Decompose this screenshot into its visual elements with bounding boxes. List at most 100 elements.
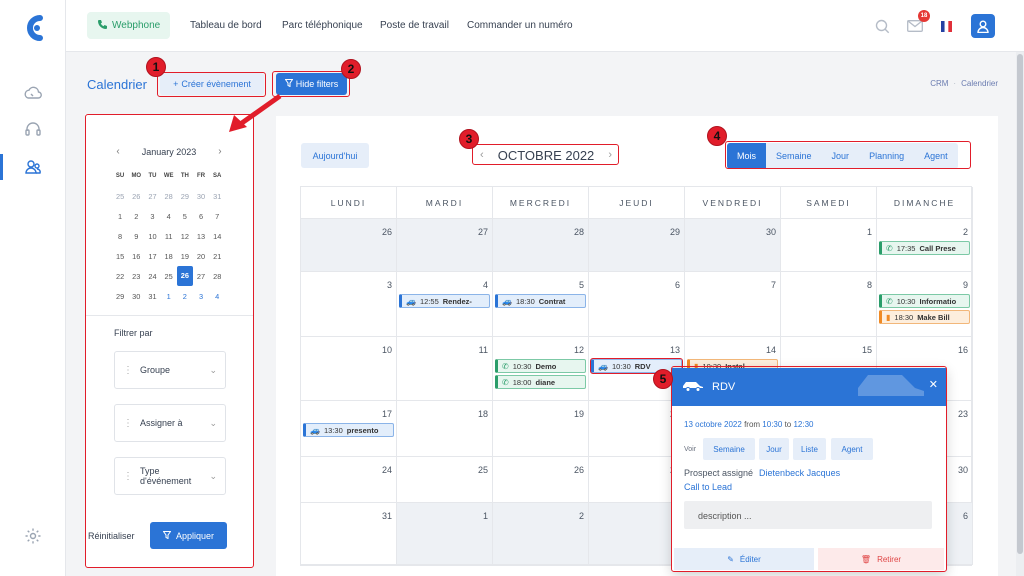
calendar-day-cell[interactable]: 8 [781, 272, 877, 337]
calendar-event[interactable]: 🚙 12:55 Rendez- [399, 294, 490, 308]
calendar-event[interactable]: ✆ 17:35 Call Prese [879, 241, 970, 255]
mini-day[interactable]: 8 [112, 232, 128, 241]
mini-day[interactable]: 31 [144, 292, 160, 301]
mini-day[interactable]: 4 [161, 212, 177, 221]
view-tab-semaine[interactable]: Semaine [766, 143, 822, 169]
headset-icon[interactable] [21, 118, 45, 142]
calendar-day-cell[interactable]: 7 [685, 272, 781, 337]
mini-day[interactable]: 5 [177, 212, 193, 221]
mini-day[interactable]: 30 [193, 192, 209, 201]
app-logo[interactable] [22, 14, 46, 42]
delete-event-button[interactable]: 🗑 Retirer [818, 548, 944, 570]
group-select[interactable]: ⋮ Groupe ⌄ [114, 351, 226, 389]
calendar-day-cell[interactable]: 13 🚙 10:30 RDV [589, 337, 685, 401]
description-field[interactable]: description ... [684, 501, 932, 529]
calendar-day-cell[interactable]: 3 [589, 503, 685, 565]
calendar-event[interactable]: ✆ 18:00 diane [495, 375, 586, 389]
calendar-event[interactable]: 🚙 18:30 Contrat [495, 294, 586, 308]
calendar-day-cell[interactable]: 26 [493, 457, 589, 503]
calendar-event[interactable]: ✆ 10:30 Demo [495, 359, 586, 373]
french-flag-icon[interactable] [939, 14, 953, 38]
view-tab-agent[interactable]: Agent [914, 143, 958, 169]
calendar-day-cell[interactable]: 30 [685, 219, 781, 272]
mini-day[interactable]: 1 [161, 292, 177, 301]
mini-day[interactable]: 14 [209, 232, 225, 241]
mini-day[interactable]: 28 [161, 192, 177, 201]
calendar-day-cell[interactable]: 24 [301, 457, 397, 503]
calendar-day-cell[interactable]: 17 🚙 13:30 presento [301, 401, 397, 457]
mini-day[interactable]: 21 [209, 252, 225, 261]
contacts-icon[interactable] [21, 155, 45, 179]
hide-filters-button[interactable]: Hide filters [276, 73, 347, 95]
edit-event-button[interactable]: ✎ Éditer [674, 548, 814, 570]
calendar-event[interactable]: ▮ 18:30 Make Bill [879, 310, 970, 324]
mini-day[interactable]: 20 [193, 252, 209, 261]
today-button[interactable]: Aujourd'hui [301, 143, 369, 168]
mini-day[interactable]: 31 [209, 192, 225, 201]
mini-day[interactable]: 17 [144, 252, 160, 261]
mini-day[interactable]: 27 [144, 192, 160, 201]
webphone-button[interactable]: Webphone [87, 12, 171, 39]
mini-day[interactable]: 16 [128, 252, 144, 261]
view-tab-planning[interactable]: Planning [859, 143, 914, 169]
popup-view-day-button[interactable]: Jour [759, 438, 789, 460]
prospect-name-link[interactable]: Dietenbeck Jacques [759, 468, 840, 478]
mini-day[interactable]: 3 [144, 212, 160, 221]
mini-day[interactable]: 25 [161, 272, 177, 281]
close-icon[interactable]: ✕ [929, 378, 938, 391]
mini-next-month-icon[interactable]: › [218, 146, 221, 157]
calendar-day-cell[interactable]: 6 [589, 272, 685, 337]
mini-day[interactable]: 27 [193, 272, 209, 281]
mini-day[interactable]: 13 [193, 232, 209, 241]
breadcrumb-crm[interactable]: CRM [930, 79, 948, 88]
calendar-day-cell[interactable]: 2 [493, 503, 589, 565]
calendar-day-cell[interactable]: 26 [301, 219, 397, 272]
nav-link-dashboard[interactable]: Tableau de bord [190, 20, 262, 31]
scrollbar-thumb[interactable] [1017, 54, 1023, 554]
calendar-day-cell[interactable]: 1 [781, 219, 877, 272]
mini-day[interactable]: 7 [209, 212, 225, 221]
calendar-day-cell[interactable]: 20 [589, 401, 685, 457]
calendar-day-cell[interactable]: 4 🚙 12:55 Rendez- [397, 272, 493, 337]
create-event-button[interactable]: + Créer évènement [160, 73, 264, 95]
apply-filters-button[interactable]: Appliquer [150, 522, 227, 549]
reset-filters-link[interactable]: Réinitialiser [88, 531, 135, 541]
calendar-day-cell[interactable]: 12 ✆ 10:30 Demo ✆ 18:00 diane [493, 337, 589, 401]
next-month-icon[interactable]: › [608, 149, 612, 161]
mini-day[interactable]: 26 [176, 266, 193, 286]
mini-day[interactable]: 10 [144, 232, 160, 241]
calendar-day-cell[interactable]: 9 ✆ 10:30 Informatio ▮ 18:30 Make Bill [877, 272, 973, 337]
user-account-button[interactable] [971, 14, 995, 38]
mini-day[interactable]: 9 [128, 232, 144, 241]
calendar-day-cell[interactable]: 18 [397, 401, 493, 457]
mini-day[interactable]: 1 [112, 212, 128, 221]
mini-day[interactable]: 3 [193, 292, 209, 301]
mini-day[interactable]: 6 [193, 212, 209, 221]
mini-day[interactable]: 11 [161, 232, 177, 241]
search-icon[interactable] [872, 14, 892, 38]
mini-day[interactable]: 29 [112, 292, 128, 301]
calendar-day-cell[interactable]: 10 [301, 337, 397, 401]
mini-prev-month-icon[interactable]: ‹ [116, 146, 119, 157]
popup-view-week-button[interactable]: Semaine [703, 438, 755, 460]
calendar-day-cell[interactable]: 11 [397, 337, 493, 401]
mini-day[interactable]: 23 [128, 272, 144, 281]
mail-icon[interactable]: 18 [905, 10, 930, 38]
mini-day[interactable]: 12 [177, 232, 193, 241]
view-tab-mois[interactable]: Mois [727, 143, 767, 169]
view-tab-jour[interactable]: Jour [822, 143, 860, 169]
calendar-day-cell[interactable]: 1 [397, 503, 493, 565]
mini-day[interactable]: 29 [177, 192, 193, 201]
settings-gear-icon[interactable] [21, 524, 45, 548]
cloud-phone-icon[interactable] [21, 82, 45, 106]
calendar-event[interactable]: ✆ 10:30 Informatio [879, 294, 970, 308]
nav-link-phone-fleet[interactable]: Parc téléphonique [282, 20, 363, 31]
mini-day[interactable]: 28 [209, 272, 225, 281]
mini-day[interactable]: 19 [177, 252, 193, 261]
popup-view-list-button[interactable]: Liste [793, 438, 826, 460]
calendar-event[interactable]: 🚙 13:30 presento [303, 423, 394, 437]
calendar-day-cell[interactable]: 29 [589, 219, 685, 272]
mini-day[interactable]: 26 [128, 192, 144, 201]
page-scrollbar[interactable] [1016, 52, 1024, 576]
calendar-day-cell[interactable]: 2 ✆ 17:35 Call Prese [877, 219, 973, 272]
